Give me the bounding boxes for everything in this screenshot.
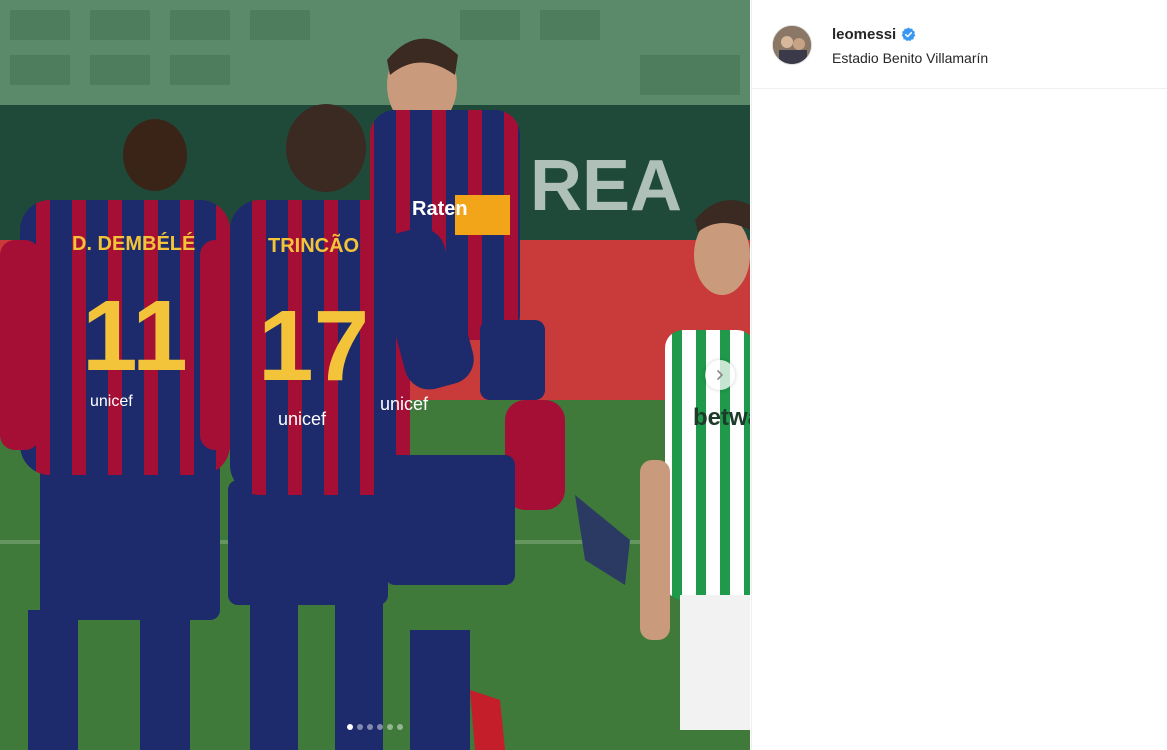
photo-illustration: REA betwa D. DEMBÉLÉ 11 Raten [0, 0, 750, 750]
svg-text:TRINCÃO: TRINCÃO [268, 234, 359, 257]
svg-text:D. DEMBÉLÉ: D. DEMBÉLÉ [72, 232, 195, 255]
username-link[interactable]: leomessi [832, 26, 896, 43]
carousel-dot [357, 724, 363, 730]
svg-text:REA: REA [530, 146, 682, 226]
chevron-right-icon [717, 370, 723, 380]
next-photo-button[interactable] [705, 360, 735, 390]
username-row: leomessi [832, 26, 916, 43]
location-link[interactable]: Estadio Benito Villamarín [832, 50, 988, 66]
avatar-image [773, 26, 811, 64]
carousel-dot [387, 724, 393, 730]
avatar[interactable] [772, 25, 812, 65]
post-photo[interactable]: REA betwa D. DEMBÉLÉ 11 Raten [0, 0, 750, 750]
svg-text:unicef: unicef [380, 394, 429, 414]
carousel-dot [397, 724, 403, 730]
post-sidebar: leomessi Estadio Benito Villamarín [751, 0, 1167, 750]
svg-text:unicef: unicef [90, 393, 133, 410]
carousel-indicator [0, 724, 750, 730]
carousel-dot [377, 724, 383, 730]
svg-text:17: 17 [258, 290, 369, 402]
carousel-dot [347, 724, 353, 730]
svg-text:11: 11 [82, 280, 188, 392]
verified-badge-icon [901, 27, 916, 42]
post-header: leomessi Estadio Benito Villamarín [752, 0, 1167, 89]
carousel-dot [367, 724, 373, 730]
svg-text:unicef: unicef [278, 409, 327, 429]
svg-text:Raten: Raten [412, 198, 468, 220]
svg-text:betwa: betwa [693, 404, 750, 431]
